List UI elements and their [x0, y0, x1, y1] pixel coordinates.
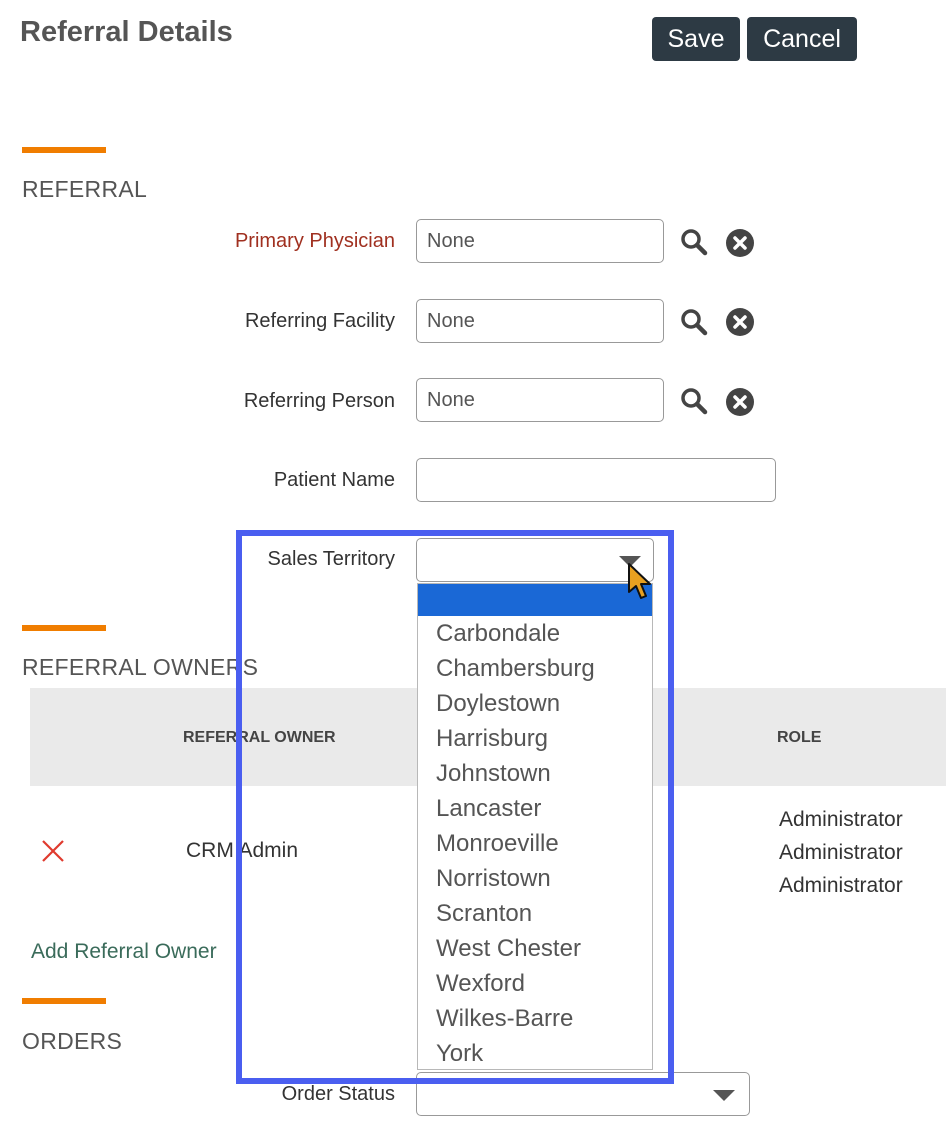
- primary-physician-input[interactable]: None: [416, 219, 664, 263]
- search-icon[interactable]: [679, 386, 709, 416]
- patient-name-label: Patient Name: [273, 469, 395, 491]
- section-title-referral-owners: REFERRAL OWNERS: [22, 654, 259, 680]
- role-value: Administrator: [779, 841, 903, 864]
- section-accent-bar: [22, 147, 106, 153]
- patient-name-input[interactable]: [416, 458, 776, 502]
- referring-facility-input[interactable]: None: [416, 299, 664, 343]
- close-icon[interactable]: [40, 838, 66, 864]
- referring-person-value: None: [427, 388, 475, 411]
- order-status-label: Order Status: [281, 1083, 395, 1105]
- search-icon[interactable]: [679, 307, 709, 337]
- clear-circle-icon[interactable]: [725, 228, 755, 258]
- cancel-button[interactable]: Cancel: [747, 17, 857, 61]
- search-icon[interactable]: [679, 227, 709, 257]
- role-value: Administrator: [779, 874, 903, 897]
- page-title: Referral Details: [20, 16, 233, 48]
- add-referral-owner-link[interactable]: Add Referral Owner: [31, 940, 217, 964]
- role-list: Administrator Administrator Administrato…: [779, 803, 903, 902]
- section-accent-bar: [22, 625, 106, 631]
- mouse-pointer-icon: [626, 562, 654, 602]
- primary-physician-value: None: [427, 229, 475, 252]
- referring-person-label: Referring Person: [243, 390, 395, 412]
- section-accent-bar: [22, 998, 106, 1004]
- highlight-frame: [236, 530, 674, 1084]
- primary-physician-label: Primary Physician: [234, 230, 395, 252]
- referring-facility-value: None: [427, 309, 475, 332]
- section-title-referral: REFERRAL: [22, 176, 148, 202]
- role-value: Administrator: [779, 808, 903, 831]
- save-button[interactable]: Save: [652, 17, 740, 61]
- clear-circle-icon[interactable]: [725, 387, 755, 417]
- section-title-orders: ORDERS: [22, 1028, 123, 1054]
- referring-facility-label: Referring Facility: [244, 310, 395, 332]
- referring-person-input[interactable]: None: [416, 378, 664, 422]
- chevron-down-icon: [713, 1090, 735, 1101]
- column-header-role: ROLE: [777, 729, 822, 746]
- clear-circle-icon[interactable]: [725, 307, 755, 337]
